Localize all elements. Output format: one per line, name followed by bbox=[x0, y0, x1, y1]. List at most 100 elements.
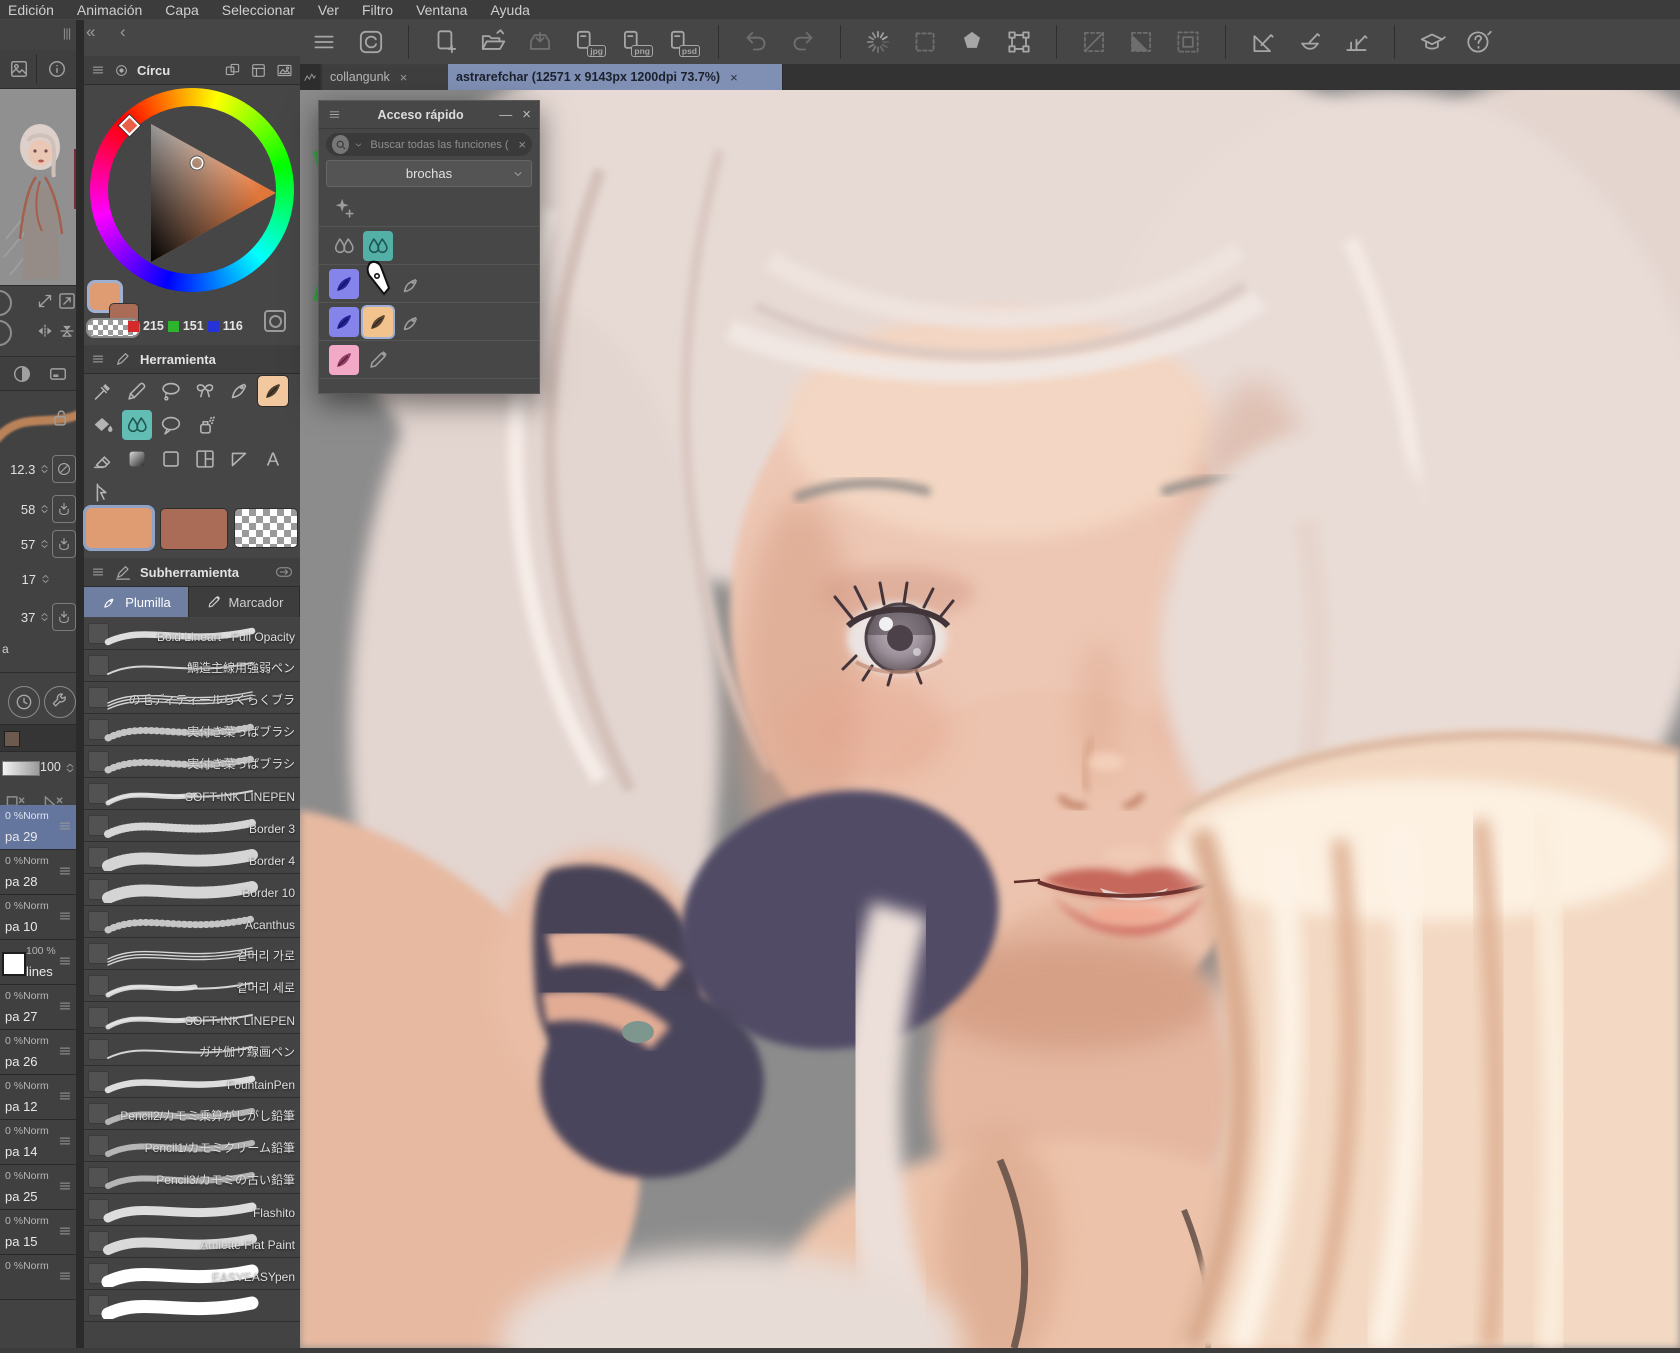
brush-item[interactable]: FountainPen bbox=[84, 1066, 300, 1098]
pen-tool[interactable] bbox=[258, 376, 288, 406]
primary-swatch-large[interactable] bbox=[86, 508, 152, 548]
layer-menu-icon[interactable] bbox=[57, 1088, 73, 1104]
brush-item[interactable]: 実付き葉っぱブラシ bbox=[84, 714, 300, 746]
import-down-button[interactable] bbox=[52, 495, 76, 523]
tool-property-tab-tone[interactable] bbox=[10, 362, 34, 386]
menu-item-0[interactable]: Edición bbox=[0, 2, 69, 18]
menu-item-5[interactable]: Filtro bbox=[354, 2, 408, 18]
spinner-control[interactable] bbox=[37, 606, 50, 628]
layer-opacity-slider[interactable]: 100 bbox=[0, 754, 76, 782]
brush-item[interactable]: 鯛造主線用強弱ペン bbox=[84, 650, 300, 682]
document-tab-0[interactable]: collangunk× bbox=[322, 64, 463, 90]
quick-access-search-input[interactable] bbox=[368, 138, 514, 152]
brush-item[interactable]: ガサ伽サ線画ペン bbox=[84, 1034, 300, 1066]
navigator-tab-info[interactable] bbox=[40, 54, 74, 84]
transparent-swatch-large[interactable] bbox=[234, 508, 298, 548]
pen-shortcut[interactable] bbox=[329, 269, 359, 299]
brush-item[interactable]: Border 4 bbox=[84, 842, 300, 874]
brush-item[interactable]: Flashito bbox=[84, 1194, 300, 1226]
brush-item[interactable] bbox=[84, 1290, 300, 1322]
eraser-tool[interactable] bbox=[88, 444, 118, 474]
layer-menu-icon[interactable] bbox=[57, 1178, 73, 1194]
panel-menu-button[interactable] bbox=[90, 62, 106, 78]
collapse-dock-button[interactable]: « bbox=[86, 22, 95, 42]
menu-item-6[interactable]: Ventana bbox=[408, 2, 482, 18]
frame-tool[interactable] bbox=[190, 444, 220, 474]
layer-row[interactable]: 0 %Normpa 26 bbox=[0, 1030, 76, 1075]
layer-row[interactable]: 0 %Normpa 28 bbox=[0, 850, 76, 895]
navigator-thumbnail[interactable] bbox=[0, 89, 76, 285]
brush-item[interactable]: 겉머리 세로 bbox=[84, 970, 300, 1002]
open-file-button[interactable] bbox=[477, 26, 509, 58]
pen-shortcut[interactable] bbox=[363, 307, 393, 337]
layer-menu-icon[interactable] bbox=[57, 953, 73, 969]
layer-menu-icon[interactable] bbox=[57, 908, 73, 924]
undo-button[interactable] bbox=[740, 26, 772, 58]
layer-thumbnail[interactable] bbox=[2, 952, 26, 976]
brush-item[interactable]: Pencil1/カモミクリーム鉛筆 bbox=[84, 1130, 300, 1162]
import-down-button[interactable] bbox=[52, 603, 76, 631]
watercolor-tool[interactable] bbox=[122, 410, 152, 440]
clear-selection-button[interactable] bbox=[1078, 26, 1110, 58]
menu-item-4[interactable]: Ver bbox=[310, 2, 354, 18]
shape-tool[interactable] bbox=[156, 444, 186, 474]
lasso-tool[interactable] bbox=[156, 376, 186, 406]
redo-button[interactable] bbox=[787, 26, 819, 58]
layer-row[interactable]: 0 %Normpa 10 bbox=[0, 895, 76, 940]
brush-item[interactable]: SOFT-INK LINEPEN bbox=[84, 1002, 300, 1034]
export-doc-button[interactable]: jpg bbox=[571, 26, 603, 58]
snap-ruler-button[interactable] bbox=[1247, 26, 1279, 58]
subtool-tab-1[interactable]: Marcador bbox=[189, 587, 300, 617]
layer-row[interactable]: 0 %Norm bbox=[0, 1255, 76, 1300]
layer-row[interactable]: 0 %Normpa 14 bbox=[0, 1120, 76, 1165]
clear-search-icon[interactable]: × bbox=[518, 137, 526, 152]
scale-button[interactable] bbox=[34, 290, 56, 312]
menu-item-2[interactable]: Capa bbox=[157, 2, 213, 18]
export-doc-button[interactable]: png bbox=[618, 26, 650, 58]
panel-menu-button[interactable] bbox=[327, 107, 342, 122]
tool-property-field-0[interactable]: 12.3 bbox=[0, 452, 76, 486]
layer-menu-icon[interactable] bbox=[57, 1268, 73, 1284]
history-button[interactable] bbox=[8, 686, 40, 718]
tab-strip-stub[interactable] bbox=[300, 64, 320, 90]
navigator-tab-image[interactable] bbox=[2, 54, 37, 84]
search-icon-badge[interactable] bbox=[332, 135, 349, 154]
decoration-tool[interactable] bbox=[190, 376, 220, 406]
pen-alt-tool[interactable] bbox=[224, 376, 254, 406]
tool-property-field-1[interactable]: 58 bbox=[0, 492, 76, 526]
airbrush-tool[interactable] bbox=[190, 410, 220, 440]
bucket-tool[interactable] bbox=[88, 410, 118, 440]
polyline-tool[interactable] bbox=[224, 444, 254, 474]
layer-menu-icon[interactable] bbox=[57, 1223, 73, 1239]
new-file-button[interactable] bbox=[430, 26, 462, 58]
tutorial-button[interactable] bbox=[1416, 26, 1448, 58]
color-wheel-tab[interactable] bbox=[113, 62, 130, 79]
spinner-control[interactable] bbox=[37, 498, 50, 520]
brush-item[interactable]: Border 10 bbox=[84, 874, 300, 906]
minimize-button[interactable]: — bbox=[499, 107, 512, 122]
tab-close-icon[interactable]: × bbox=[730, 70, 738, 85]
spinner-control[interactable] bbox=[37, 458, 50, 480]
menu-button[interactable] bbox=[308, 26, 340, 58]
brush-item[interactable]: SOFT-INK LINEPEN bbox=[84, 778, 300, 810]
selection-border-button[interactable] bbox=[1172, 26, 1204, 58]
gradient-tool[interactable] bbox=[122, 444, 152, 474]
pen-shortcut[interactable] bbox=[329, 345, 359, 375]
dock-grip[interactable] bbox=[58, 20, 76, 50]
layer-row[interactable]: 100 %lines bbox=[0, 940, 76, 985]
tab-close-icon[interactable]: × bbox=[400, 70, 408, 85]
quick-access-searchbar[interactable]: × bbox=[326, 133, 532, 156]
brush-item[interactable]: Border 3 bbox=[84, 810, 300, 842]
marker-shortcut[interactable] bbox=[363, 345, 393, 375]
flip-horizontal-button[interactable] bbox=[34, 320, 56, 342]
brush-item[interactable]: Acanthus bbox=[84, 906, 300, 938]
snap-perspective-button[interactable] bbox=[1341, 26, 1373, 58]
brush-item[interactable]: Amiette Flat Paint bbox=[84, 1226, 300, 1258]
pen-nib-shortcut[interactable] bbox=[397, 307, 427, 337]
pencil-tool[interactable] bbox=[122, 376, 152, 406]
tool-property-field-2[interactable]: 57 bbox=[0, 527, 76, 561]
sync-button[interactable] bbox=[274, 562, 294, 582]
save-button[interactable] bbox=[524, 26, 556, 58]
brush-item[interactable]: の毛ディティールらくらくブラ bbox=[84, 682, 300, 714]
layer-row[interactable]: 0 %Normpa 29 bbox=[0, 805, 76, 850]
